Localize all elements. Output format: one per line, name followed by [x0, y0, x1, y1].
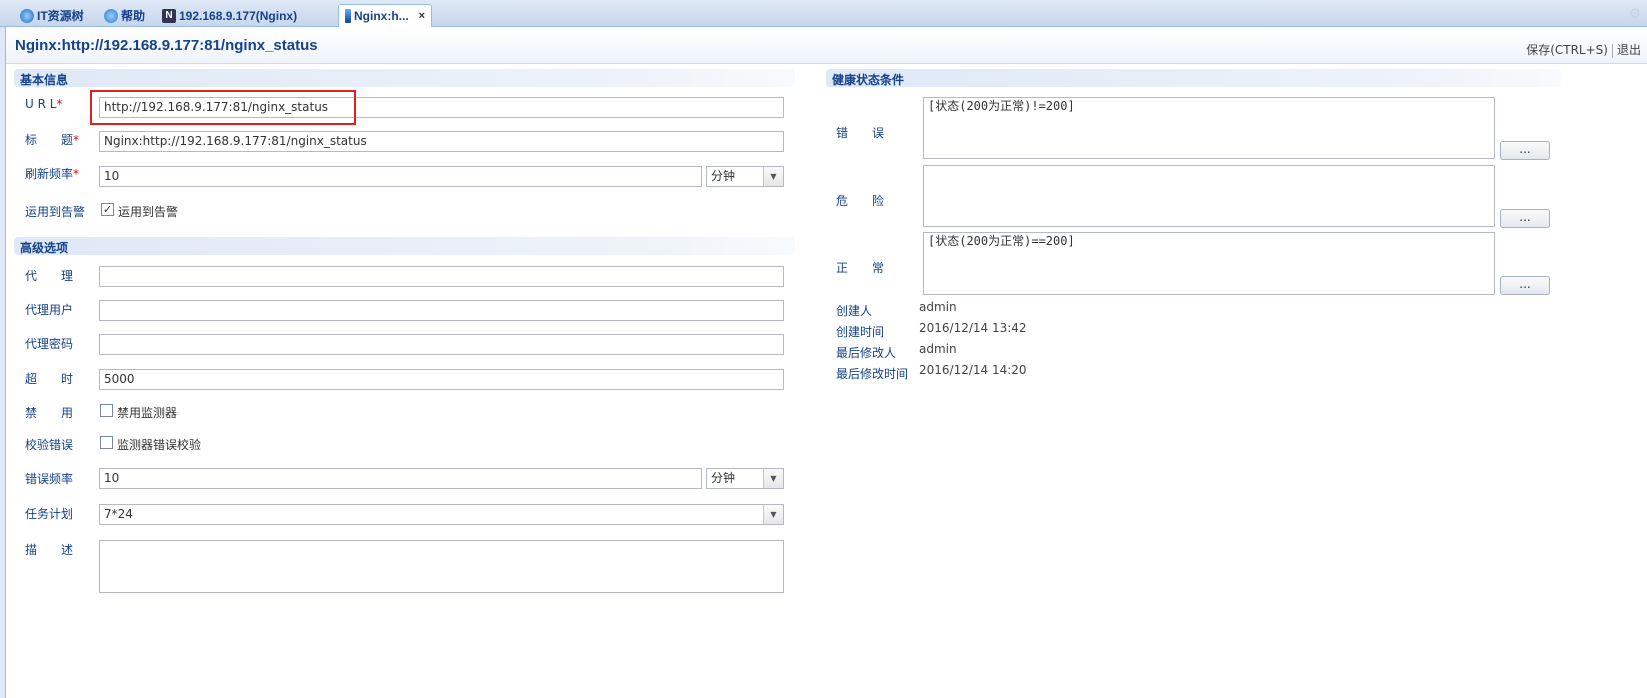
tab-label: IT资源树	[37, 9, 84, 23]
save-button[interactable]: 保存(CTRL+S)	[1526, 43, 1608, 57]
apply-alarm-checkbox-label: 运用到告警	[118, 205, 179, 219]
error-condition-label: 错 误	[836, 126, 885, 140]
tab-bar: IT资源树 帮助 N 192.168.9.177(Nginx) Nginx:h.…	[0, 0, 1647, 27]
apply-alarm-label: 运用到告警	[25, 205, 86, 219]
error-freq-unit-value: 分钟	[711, 471, 736, 485]
proxy-password-label: 代理密码	[25, 337, 74, 351]
proxy-user-label: 代理用户	[25, 303, 74, 317]
disable-monitor-checkbox[interactable]	[100, 404, 113, 417]
toolbar: 保存(CTRL+S) 退出	[1526, 41, 1641, 58]
error-freq-input[interactable]: 10	[99, 468, 702, 489]
tab-nginx-monitor[interactable]: Nginx:h... ×	[338, 4, 433, 27]
modified-time-label: 最后修改时间	[836, 367, 909, 381]
proxy-input[interactable]	[99, 266, 784, 287]
title-bar: Nginx:http://192.168.9.177:81/nginx_stat…	[6, 28, 1647, 64]
danger-condition-label: 危 险	[836, 194, 885, 208]
page-title: Nginx:http://192.168.9.177:81/nginx_stat…	[15, 37, 318, 54]
tab-nginx-host[interactable]: N 192.168.9.177(Nginx)	[156, 4, 303, 27]
verify-error-label: 校验错误	[25, 438, 74, 452]
tab-help[interactable]: 帮助	[98, 4, 151, 27]
proxy-password-input[interactable]	[99, 334, 784, 355]
refresh-input[interactable]: 10	[99, 166, 702, 187]
highlight-box	[90, 90, 356, 125]
created-by-label: 创建人	[836, 304, 873, 318]
modified-time-value: 2016/12/14 14:20	[919, 363, 1027, 377]
schedule-label: 任务计划	[25, 507, 74, 521]
close-icon[interactable]: ×	[419, 10, 425, 22]
title-label-text: 标 题	[25, 133, 74, 147]
error-freq-label: 错误频率	[25, 472, 74, 486]
nginx-icon: N	[162, 8, 176, 23]
created-by-value: admin	[919, 300, 957, 314]
monitor-icon	[345, 9, 351, 23]
required-mark: *	[56, 97, 63, 111]
exit-button[interactable]: 退出	[1617, 43, 1641, 57]
required-mark: *	[73, 133, 80, 147]
modified-by-value: admin	[919, 342, 957, 356]
title-label: 标 题*	[25, 131, 79, 148]
basic-info-header: 基本信息	[14, 69, 795, 87]
gear-icon[interactable]: ⚙	[1628, 6, 1641, 22]
danger-condition-textarea[interactable]	[923, 165, 1495, 227]
disable-label: 禁 用	[25, 406, 74, 420]
timeout-label: 超 时	[25, 372, 74, 386]
required-mark: *	[73, 167, 80, 181]
tab-label: 192.168.9.177(Nginx)	[179, 8, 298, 23]
error-freq-unit-select[interactable]: 分钟 ▼	[706, 468, 784, 489]
schedule-value: 7*24	[104, 507, 133, 521]
refresh-label-text: 刷新频率	[25, 167, 74, 181]
tab-label: Nginx:h...	[354, 9, 409, 23]
schedule-select[interactable]: 7*24 ▼	[99, 504, 784, 525]
modified-by-label: 最后修改人	[836, 346, 897, 360]
refresh-unit-select[interactable]: 分钟 ▼	[706, 166, 784, 187]
proxy-user-input[interactable]	[99, 300, 784, 321]
verify-error-checkbox[interactable]	[100, 436, 113, 449]
error-condition-button[interactable]: ...	[1500, 141, 1550, 160]
tab-label: 帮助	[121, 9, 146, 23]
error-condition-textarea[interactable]: [状态(200为正常)!=200]	[923, 97, 1495, 159]
normal-condition-label: 正 常	[836, 261, 885, 275]
advanced-header: 高级选项	[14, 237, 795, 255]
health-conditions-header: 健康状态条件	[826, 69, 1561, 87]
toolbar-divider	[1611, 43, 1613, 58]
globe-icon	[20, 8, 34, 23]
normal-condition-textarea[interactable]: [状态(200为正常)==200]	[923, 232, 1495, 295]
tab-it-resource-tree[interactable]: IT资源树	[14, 4, 90, 27]
apply-alarm-checkbox[interactable]: ✓	[101, 203, 114, 216]
chevron-down-icon[interactable]: ▼	[763, 167, 783, 186]
help-icon	[104, 8, 118, 23]
refresh-unit-value: 分钟	[711, 169, 736, 183]
timeout-input[interactable]: 5000	[99, 369, 784, 390]
url-label: U R L*	[25, 97, 62, 111]
url-label-text: U R L	[25, 97, 57, 111]
chevron-down-icon[interactable]: ▼	[763, 469, 783, 488]
disable-monitor-checkbox-label: 禁用监测器	[117, 406, 178, 420]
proxy-label: 代 理	[25, 269, 74, 283]
chevron-down-icon[interactable]: ▼	[763, 505, 783, 524]
created-time-value: 2016/12/14 13:42	[919, 321, 1027, 335]
description-label: 描 述	[25, 543, 74, 557]
verify-error-checkbox-label: 监测器错误校验	[117, 438, 202, 452]
created-time-label: 创建时间	[836, 325, 885, 339]
refresh-label: 刷新频率*	[25, 165, 79, 182]
title-input[interactable]: Nginx:http://192.168.9.177:81/nginx_stat…	[99, 131, 784, 152]
danger-condition-button[interactable]: ...	[1500, 209, 1550, 228]
normal-condition-button[interactable]: ...	[1500, 276, 1550, 295]
description-textarea[interactable]	[99, 540, 784, 593]
left-collapse-bar[interactable]	[0, 27, 6, 698]
